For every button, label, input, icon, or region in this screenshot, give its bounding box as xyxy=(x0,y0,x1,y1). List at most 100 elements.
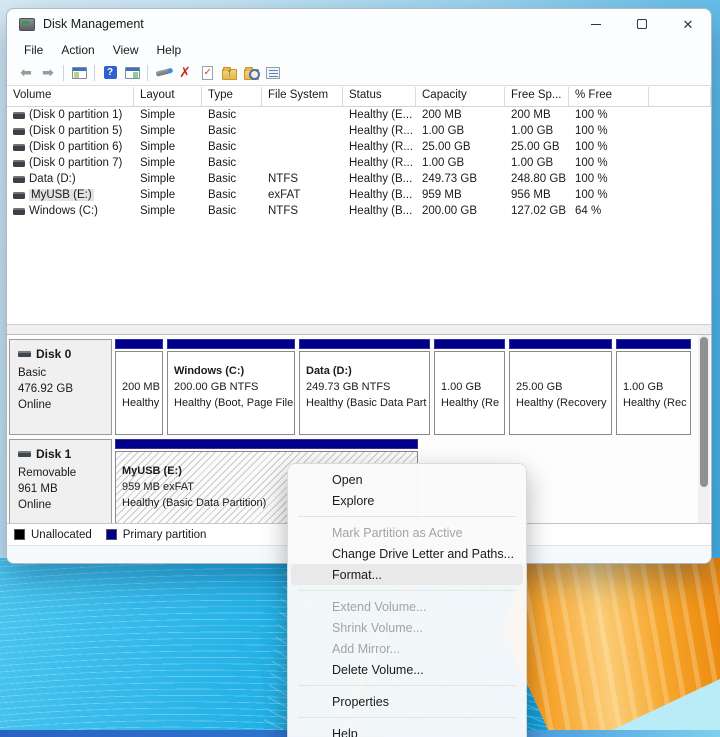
toolbar: ⬅ ➡ ? ✗ xyxy=(7,60,711,86)
disk-icon xyxy=(18,451,31,457)
vertical-scrollbar[interactable] xyxy=(698,335,710,523)
volume-icon xyxy=(13,160,25,167)
properties-button[interactable] xyxy=(262,63,284,83)
column-free-space[interactable]: Free Sp... xyxy=(505,87,569,106)
title-bar[interactable]: Disk Management ✕ xyxy=(7,9,711,39)
desktop: Disk Management ✕ File Action View Help … xyxy=(0,0,720,737)
menu-help[interactable]: Help xyxy=(148,41,191,59)
legend-unallocated-label: Unallocated xyxy=(31,529,92,541)
table-row-selected[interactable]: MyUSB (E:) Simple Basic exFAT Healthy (B… xyxy=(7,187,711,203)
menu-item-change-drive-letter[interactable]: Change Drive Letter and Paths... xyxy=(291,543,523,564)
help-button[interactable]: ? xyxy=(99,63,121,83)
column-type[interactable]: Type xyxy=(202,87,262,106)
column-capacity[interactable]: Capacity xyxy=(416,87,505,106)
partition-block[interactable]: 25.00 GB Healthy (Recovery xyxy=(509,339,612,435)
close-button[interactable]: ✕ xyxy=(665,9,711,39)
volume-icon xyxy=(13,176,25,183)
menu-item-properties[interactable]: Properties xyxy=(291,691,523,712)
open-folder-icon xyxy=(222,69,237,80)
explore-button[interactable] xyxy=(240,63,262,83)
mark-active-button[interactable] xyxy=(196,63,218,83)
back-button[interactable]: ⬅ xyxy=(15,63,37,83)
menu-separator xyxy=(298,685,516,686)
scrollbar-thumb[interactable] xyxy=(700,337,708,487)
properties-list-icon xyxy=(266,67,280,79)
maximize-button[interactable] xyxy=(619,9,665,39)
table-row[interactable]: (Disk 0 partition 6) Simple Basic Health… xyxy=(7,139,711,155)
column-file-system[interactable]: File System xyxy=(262,87,343,106)
column-status[interactable]: Status xyxy=(343,87,416,106)
menu-item-help[interactable]: Help xyxy=(291,723,523,737)
minimize-button[interactable] xyxy=(573,9,619,39)
menu-item-delete-volume[interactable]: Delete Volume... xyxy=(291,659,523,680)
show-action-pane-icon xyxy=(125,67,140,79)
forward-icon: ➡ xyxy=(42,64,54,81)
menu-item-open[interactable]: Open xyxy=(291,469,523,490)
delete-volume-button[interactable]: ✗ xyxy=(174,63,196,83)
menu-file[interactable]: File xyxy=(15,41,52,59)
show-console-tree-icon xyxy=(72,67,87,79)
volume-icon xyxy=(13,128,25,135)
explore-folder-icon xyxy=(244,69,259,80)
primary-partition-swatch xyxy=(106,529,117,540)
menu-item-extend-volume: Extend Volume... xyxy=(291,596,523,617)
volume-icon xyxy=(13,144,25,151)
partition-block[interactable]: 200 MB Healthy xyxy=(115,339,163,435)
unallocated-swatch xyxy=(14,529,25,540)
menu-bar: File Action View Help xyxy=(7,39,711,60)
disk0-info-box[interactable]: Disk 0 Basic 476.92 GB Online xyxy=(9,339,112,435)
volume-icon xyxy=(13,208,25,215)
disk1-info-box[interactable]: Disk 1 Removable 961 MB Online xyxy=(9,439,112,525)
minimize-icon xyxy=(591,24,601,25)
column-pct-free[interactable]: % Free xyxy=(569,87,649,106)
table-row[interactable]: (Disk 0 partition 1) Simple Basic Health… xyxy=(7,107,711,123)
show-console-tree-button[interactable] xyxy=(68,63,90,83)
volume-icon xyxy=(13,112,25,119)
column-volume[interactable]: Volume xyxy=(7,87,134,106)
table-row[interactable]: Data (D:) Simple Basic NTFS Healthy (B..… xyxy=(7,171,711,187)
disk0-row: Disk 0 Basic 476.92 GB Online 200 MB Hea… xyxy=(9,339,699,435)
primary-partition-bar xyxy=(509,339,612,349)
help-icon: ? xyxy=(104,66,117,79)
primary-partition-bar xyxy=(434,339,505,349)
table-row[interactable]: Windows (C:) Simple Basic NTFS Healthy (… xyxy=(7,203,711,219)
open-button[interactable] xyxy=(218,63,240,83)
menu-action[interactable]: Action xyxy=(52,41,103,59)
pane-splitter[interactable] xyxy=(7,324,711,335)
back-icon: ⬅ xyxy=(20,64,32,81)
menu-item-explore[interactable]: Explore xyxy=(291,490,523,511)
maximize-icon xyxy=(637,19,647,29)
primary-partition-bar xyxy=(167,339,295,349)
primary-partition-bar xyxy=(299,339,430,349)
context-menu: Open Explore Mark Partition as Active Ch… xyxy=(287,463,527,737)
partition-block-data-d[interactable]: Data (D:) 249.73 GB NTFS Healthy (Basic … xyxy=(299,339,430,435)
disk-icon xyxy=(18,351,31,357)
primary-partition-bar xyxy=(115,339,163,349)
disk-management-app-icon xyxy=(19,18,35,31)
menu-item-shrink-volume: Shrink Volume... xyxy=(291,617,523,638)
column-layout[interactable]: Layout xyxy=(134,87,202,106)
menu-separator xyxy=(298,717,516,718)
primary-partition-bar xyxy=(616,339,691,349)
volume-list: Volume Layout Type File System Status Ca… xyxy=(7,87,711,324)
column-blank[interactable] xyxy=(649,87,711,106)
menu-item-mark-partition-active: Mark Partition as Active xyxy=(291,522,523,543)
refresh-button[interactable] xyxy=(152,63,174,83)
table-row[interactable]: (Disk 0 partition 7) Simple Basic Health… xyxy=(7,155,711,171)
menu-separator xyxy=(298,590,516,591)
show-action-pane-button[interactable] xyxy=(121,63,143,83)
menu-view[interactable]: View xyxy=(104,41,148,59)
delete-volume-icon: ✗ xyxy=(179,64,191,81)
menu-item-add-mirror: Add Mirror... xyxy=(291,638,523,659)
volume-icon xyxy=(13,192,25,199)
legend-primary-label: Primary partition xyxy=(123,529,207,541)
close-icon: ✕ xyxy=(683,18,694,31)
partition-block-windows-c[interactable]: Windows (C:) 200.00 GB NTFS Healthy (Boo… xyxy=(167,339,295,435)
forward-button[interactable]: ➡ xyxy=(37,63,59,83)
partition-block[interactable]: 1.00 GB Healthy (Re xyxy=(434,339,505,435)
table-row[interactable]: (Disk 0 partition 5) Simple Basic Health… xyxy=(7,123,711,139)
partition-block[interactable]: 1.00 GB Healthy (Rec xyxy=(616,339,691,435)
menu-separator xyxy=(298,516,516,517)
volume-list-header: Volume Layout Type File System Status Ca… xyxy=(7,87,711,107)
menu-item-format[interactable]: Format... xyxy=(291,564,523,585)
